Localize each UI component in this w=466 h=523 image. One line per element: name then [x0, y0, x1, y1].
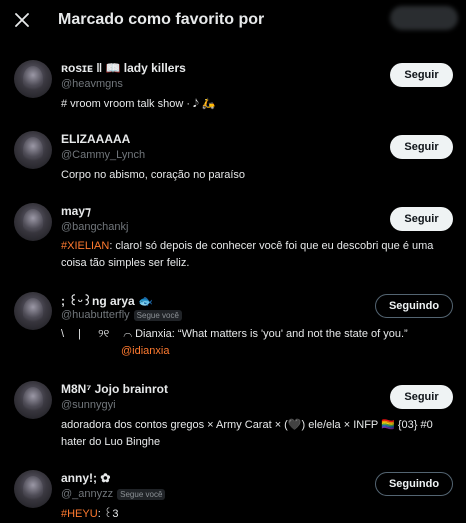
user-name[interactable]: anny!; ✿ — [61, 471, 110, 485]
user-bio: #XIELIAN: claro! só depois de conhecer v… — [61, 238, 453, 272]
user-bio: Corpo no abismo, coração no paraíso — [61, 169, 246, 181]
list-item: ʀᴏsɪᴇ ‖ 📖 lady killers @heavmgns Seguir … — [0, 44, 466, 116]
follows-you-badge: Segue você — [117, 488, 166, 500]
bio-text: \ | ୨୧ ⌒ Dianxia: “What matters is 'you'… — [61, 328, 408, 340]
avatar[interactable] — [14, 381, 52, 419]
bio-hashtag[interactable]: #HEYU — [61, 508, 98, 520]
close-button[interactable] — [10, 8, 34, 32]
user-name[interactable]: M8N⁷ Jojo brainrot — [61, 382, 168, 396]
following-button[interactable]: Seguindo — [375, 294, 453, 318]
user-bio: # vroom vroom talk show · 𝅘𝅥𝅮 🛵 — [61, 98, 216, 110]
user-handle[interactable]: @sunnygyi — [61, 399, 116, 411]
user-handle: @_annyzz Segue você — [61, 488, 166, 500]
liked-by-list: ʀᴏsɪᴇ ‖ 📖 lady killers @heavmgns Seguir … — [0, 44, 466, 520]
following-button[interactable]: Seguindo — [375, 472, 453, 496]
list-item: anny!; ✿ @_annyzz Segue você Seguindo #HE… — [0, 455, 466, 520]
follow-button[interactable]: Seguir — [390, 63, 453, 87]
list-item: ELIZAAAAA @Cammy_Lynch Seguir Corpo no a… — [0, 116, 466, 188]
user-name[interactable]: ʀᴏsɪᴇ ‖ 📖 lady killers — [61, 61, 186, 75]
list-item: may⁊ @bangchankj Seguir #XIELIAN: claro!… — [0, 188, 466, 277]
follow-button[interactable]: Seguir — [390, 135, 453, 159]
follow-button[interactable]: Seguir — [390, 207, 453, 231]
follows-you-badge: Segue você — [133, 309, 182, 321]
follow-button[interactable]: Seguir — [390, 385, 453, 409]
avatar[interactable] — [14, 131, 52, 169]
page-title: Marcado como favorito por — [58, 11, 265, 28]
avatar[interactable] — [14, 470, 52, 508]
bio-text: : ꒰3 — [97, 508, 119, 520]
user-handle-text[interactable]: @_annyzz — [61, 488, 113, 500]
user-handle[interactable]: @heavmgns — [61, 78, 123, 90]
user-name[interactable]: ELIZAAAAA — [61, 132, 130, 146]
user-handle[interactable]: @Cammy_Lynch — [61, 149, 145, 161]
user-name[interactable]: ; ꒰ᵕ꒱ng arya 🐟 — [61, 292, 153, 308]
user-handle: @huabutterfly Segue você — [61, 309, 182, 321]
user-bio: #HEYU: ꒰3 — [61, 506, 453, 523]
list-item: ; ꒰ᵕ꒱ng arya 🐟 @huabutterfly Segue você S… — [0, 277, 466, 366]
user-handle-text[interactable]: @huabutterfly — [61, 309, 130, 321]
avatar[interactable] — [14, 60, 52, 98]
user-handle[interactable]: @bangchankj — [61, 221, 128, 233]
bio-hashtag[interactable]: #XIELIAN — [61, 240, 109, 252]
bio-text: : claro! só depois de conhecer você foi … — [61, 240, 434, 269]
close-icon — [15, 13, 29, 27]
user-name[interactable]: may⁊ — [61, 204, 91, 218]
avatar[interactable] — [14, 203, 52, 241]
bio-mention[interactable]: @idianxia — [121, 345, 169, 357]
list-item: M8N⁷ Jojo brainrot @sunnygyi Seguir ador… — [0, 366, 466, 455]
avatar[interactable] — [14, 292, 52, 330]
user-bio: \ | ୨୧ ⌒ Dianxia: “What matters is 'you'… — [61, 326, 453, 360]
modal-header: Marcado como favorito por — [0, 0, 466, 44]
user-bio: adoradora dos contos gregos × Army Carat… — [61, 419, 433, 448]
blurred-header-element — [390, 6, 458, 30]
